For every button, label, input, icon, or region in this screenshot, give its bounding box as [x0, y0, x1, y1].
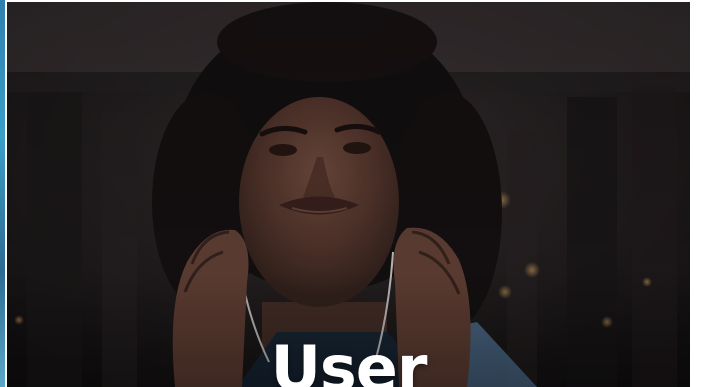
hero-carousel: User [0, 0, 703, 387]
hero-slide[interactable]: User [7, 2, 690, 387]
next-slide-peek[interactable] [692, 0, 703, 387]
hero-photo [7, 2, 690, 387]
hero-title: User [270, 332, 428, 387]
previous-slide-peek[interactable] [0, 0, 5, 387]
